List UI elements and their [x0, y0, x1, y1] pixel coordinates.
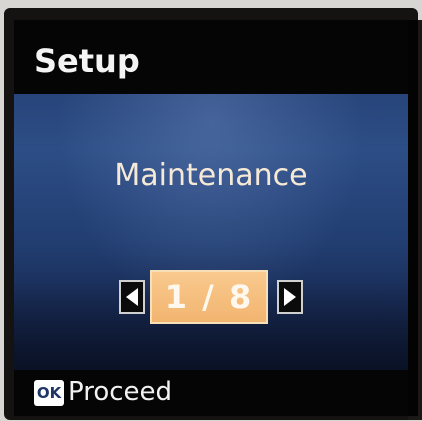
menu-item-label: Maintenance — [114, 158, 308, 193]
proceed-label: Proceed — [68, 377, 173, 407]
lcd-screen: Setup Maintenance 1 / 8 OK Proceed — [14, 20, 418, 416]
ok-button-icon[interactable]: OK — [34, 380, 64, 406]
footer-bar: OK Proceed — [14, 370, 408, 416]
arrow-right-icon — [284, 288, 296, 306]
page-indicator: 1 / 8 — [150, 270, 268, 324]
menu-panel: Maintenance 1 / 8 — [14, 94, 408, 370]
arrow-left-icon — [126, 288, 138, 306]
previous-button[interactable] — [119, 280, 145, 314]
next-button[interactable] — [277, 280, 303, 314]
title-bar: Setup — [14, 20, 408, 94]
page-title: Setup — [34, 42, 140, 80]
